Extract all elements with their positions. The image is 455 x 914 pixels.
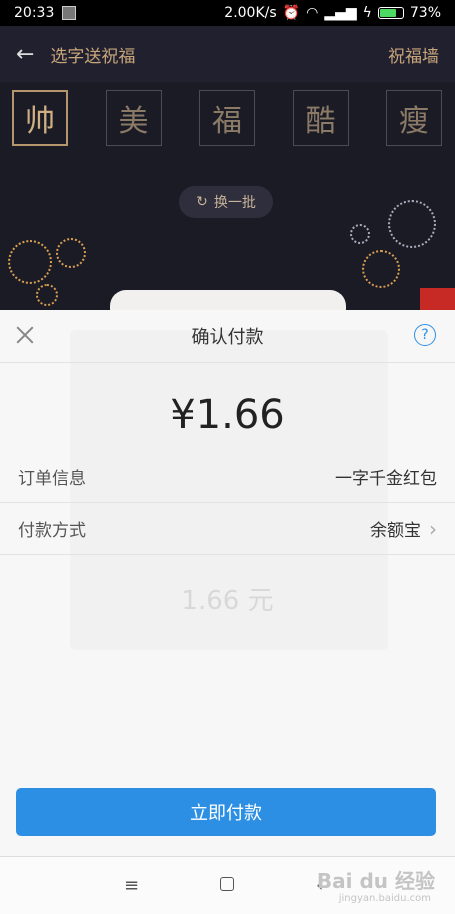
payment-sheet: 1.66 元 确认付款 ? ¥1.66 订单信息 一字千金红包 付款方式 余额宝… [0, 310, 455, 856]
page-title: 选字送祝福 [50, 46, 136, 67]
app-bar: ← 选字送祝福 祝福墙 [0, 26, 455, 82]
char-tile-3[interactable]: 福 [199, 90, 255, 146]
payment-method-label: 付款方式 [18, 521, 86, 541]
sheet-title: 确认付款 [191, 327, 264, 348]
char-tile-5[interactable]: 瘦 [386, 90, 442, 146]
char-tile-2[interactable]: 美 [105, 90, 162, 146]
blessing-wall-link[interactable]: 祝福墙 [388, 42, 439, 67]
refresh-label: 换一批 [213, 195, 256, 211]
watermark-url: jingyan.baidu.com [338, 893, 431, 904]
status-bar: 20:33 2.00K/s ⏰ ◠ ▂▄▆ ϟ 73% [0, 0, 455, 26]
wifi-icon: ◠ [306, 5, 319, 21]
char-tile-4[interactable]: 酷 [292, 90, 349, 146]
signal-icon: ▂▄▆ [324, 5, 357, 21]
sheet-header: 确认付款 ? [0, 310, 455, 363]
order-info-label: 订单信息 [18, 469, 86, 489]
charging-icon: ϟ [362, 5, 372, 21]
character-picker: 帅 美 福 酷 瘦 [12, 90, 442, 146]
payment-method-row[interactable]: 付款方式 余额宝 › [0, 503, 455, 555]
status-time: 20:33 [14, 5, 55, 21]
order-info-value: 一字千金红包 [335, 469, 437, 489]
firework-decoration [350, 224, 370, 244]
firework-decoration [8, 240, 52, 284]
status-right-group: 2.00K/s ⏰ ◠ ▂▄▆ ϟ 73% [224, 5, 441, 21]
menu-icon[interactable]: ≡ [124, 875, 139, 896]
network-speed: 2.00K/s [224, 5, 277, 21]
alarm-icon: ⏰ [282, 5, 301, 21]
firework-decoration [36, 284, 58, 306]
back-arrow-icon[interactable]: ← [16, 42, 34, 67]
char-tile-1[interactable]: 帅 [12, 90, 68, 146]
baidu-watermark-logo: Bai du 经验 [316, 869, 435, 893]
payment-method-value: 余额宝 [370, 521, 421, 541]
home-icon[interactable] [220, 877, 234, 891]
refresh-button[interactable]: ↻ 换一批 [179, 186, 273, 218]
red-gift-box [420, 288, 455, 310]
close-icon[interactable] [14, 324, 36, 346]
refresh-icon: ↻ [196, 194, 208, 210]
help-icon[interactable]: ? [414, 324, 436, 346]
payment-amount: ¥1.66 [170, 392, 285, 438]
background-ghost-amount: 1.66 元 [181, 586, 274, 616]
firework-decoration [56, 238, 86, 268]
chevron-right-icon: › [429, 516, 437, 541]
battery-icon [377, 7, 404, 19]
sim-card-icon [62, 6, 77, 20]
firework-decoration [362, 250, 400, 288]
firework-decoration [388, 200, 436, 248]
order-info-row: 订单信息 一字千金红包 [0, 451, 455, 503]
battery-percent: 73% [409, 5, 441, 21]
pay-now-button[interactable]: 立即付款 [16, 788, 436, 836]
system-nav-bar: ≡ ‹ Bai du 经验 jingyan.baidu.com [0, 856, 455, 914]
payment-method-value-group: 余额宝 › [370, 516, 437, 542]
